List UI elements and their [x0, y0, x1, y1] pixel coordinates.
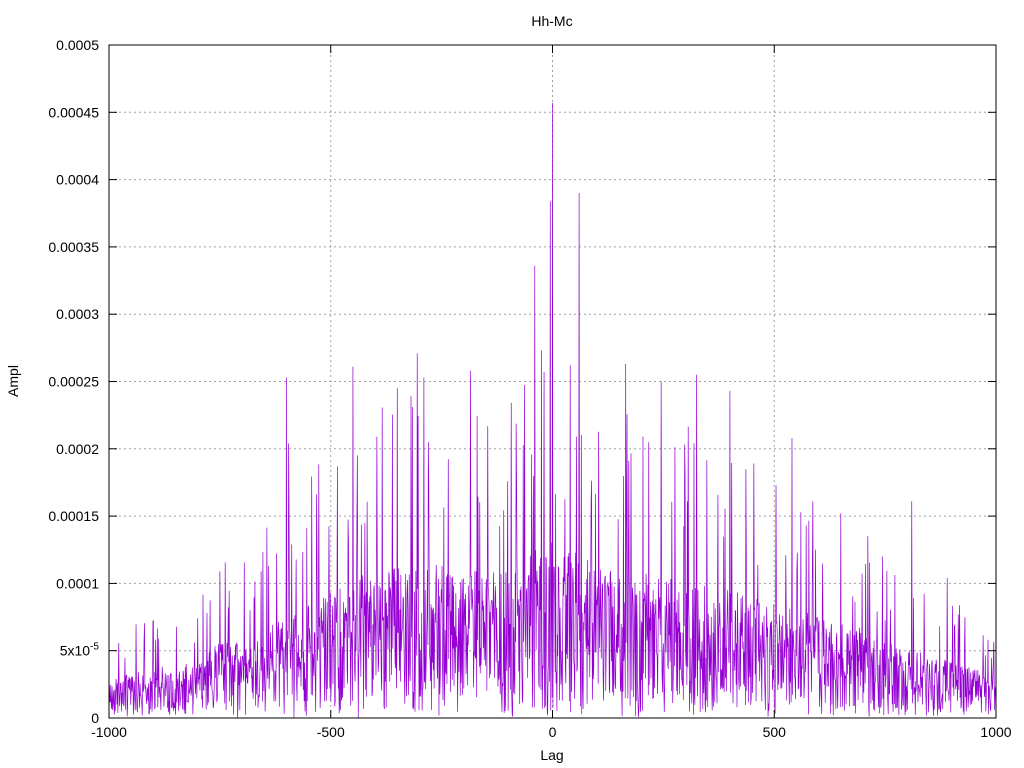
y-tick-label: 0.0003: [56, 306, 99, 322]
x-tick-label: 1000: [980, 724, 1011, 740]
chart-title: Hh-Mc: [531, 13, 572, 29]
x-tick-label: -1000: [91, 724, 127, 740]
y-tick-label: 0.0001: [56, 575, 99, 591]
chart: Hh-Mc Ampl Lag -1000 -500 0 500 100005x10-50…: [0, 0, 1024, 768]
y-tick-label: 0.00035: [48, 239, 99, 255]
y-tick-label: 0.0002: [56, 441, 99, 457]
y-tick-label: 0.0005: [56, 37, 99, 53]
y-tick-label-exponent: -5: [90, 642, 99, 653]
x-tick-label: -500: [317, 724, 345, 740]
x-axis-label: Lag: [540, 747, 563, 763]
y-tick-label: 0: [91, 710, 99, 726]
y-axis-label: Ampl: [5, 365, 21, 397]
x-tick-label: 500: [763, 724, 787, 740]
y-tick-label: 0.00045: [48, 104, 99, 120]
x-tick-label: 0: [549, 724, 557, 740]
y-tick-label: 0.0004: [56, 172, 99, 188]
y-tick-label: 0.00025: [48, 374, 99, 390]
y-tick-label: 0.00015: [48, 508, 99, 524]
